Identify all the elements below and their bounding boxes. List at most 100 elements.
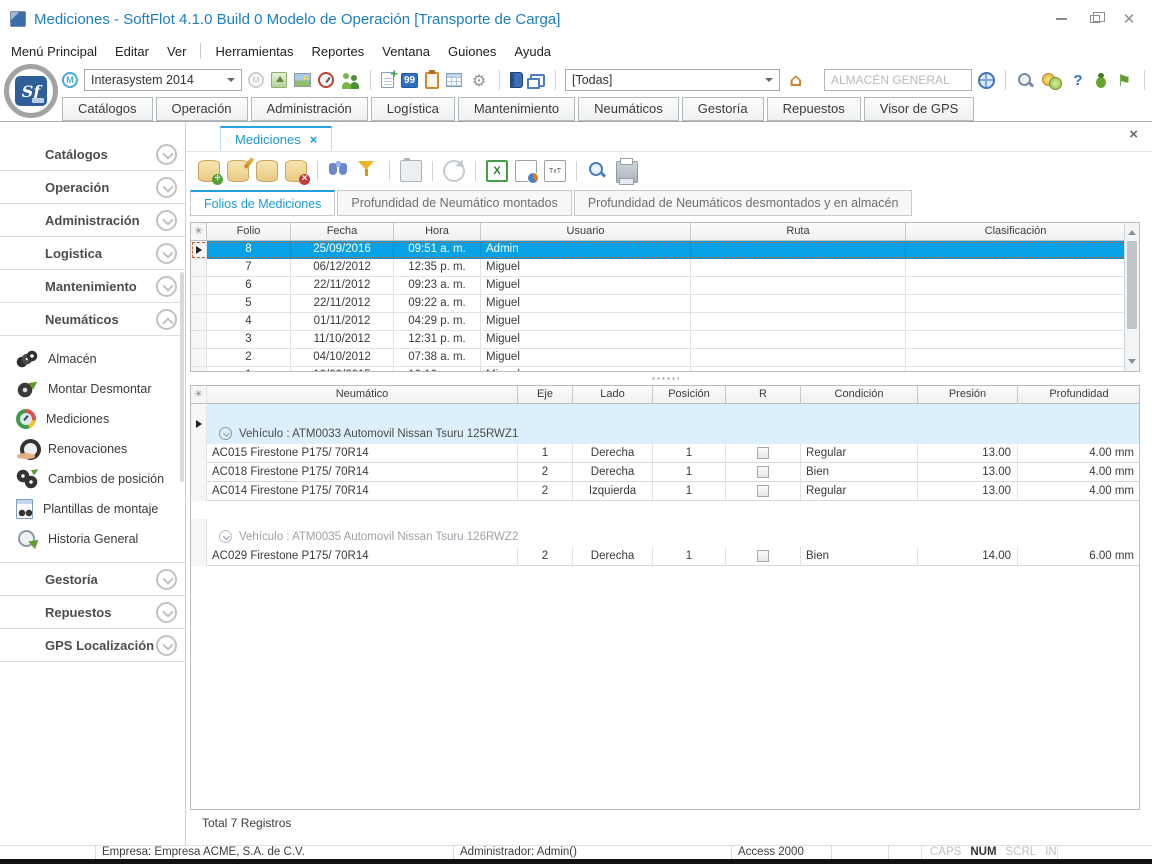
cell-ruta[interactable] [691, 259, 906, 277]
sidebar-section[interactable]: GPS Localización [0, 629, 185, 662]
cell-condicion[interactable]: Bien [801, 547, 918, 566]
cell-lado[interactable]: Derecha [573, 463, 653, 482]
cell-folio[interactable]: 4 [207, 313, 291, 331]
column-header-profundidad[interactable]: Profundidad [1018, 386, 1140, 404]
column-header-posicion[interactable]: Posición [653, 386, 726, 404]
sub-tab[interactable]: Folios de Mediciones [190, 190, 335, 216]
menu-item[interactable]: Herramientas [206, 44, 302, 59]
db-view-icon[interactable] [256, 160, 278, 182]
cell-profundidad[interactable]: 6.00 mm [1018, 547, 1140, 566]
cell-condicion[interactable]: Regular [801, 482, 918, 501]
grid-splitter[interactable] [190, 372, 1140, 385]
close-tab-icon[interactable]: × [310, 133, 318, 146]
cell-neumatico[interactable]: AC018 Firestone P175/ 70R14 [207, 463, 518, 482]
cell-eje[interactable]: 2 [518, 547, 573, 566]
cell-usuario[interactable]: Miguel [481, 295, 691, 313]
tools-search-icon[interactable] [1016, 71, 1035, 90]
cell-hora[interactable]: 09:22 a. m. [394, 295, 481, 313]
sidebar-scrollbar[interactable] [180, 272, 184, 482]
module-tab[interactable]: Catálogos [62, 97, 153, 121]
txt-icon[interactable]: TxT [544, 160, 566, 182]
sidebar-section[interactable]: Catálogos [0, 138, 185, 171]
table-row[interactable]: 4 01/11/2012 04:29 p. m. Miguel [191, 313, 1139, 331]
module-tab[interactable]: Operación [156, 97, 248, 121]
menu-item[interactable]: Ver [158, 44, 196, 59]
module-tab[interactable]: Neumáticos [578, 97, 679, 121]
filter-icon[interactable] [357, 160, 379, 182]
cell-fecha[interactable]: 01/11/2012 [291, 313, 394, 331]
cell-posicion[interactable]: 1 [653, 482, 726, 501]
circle-chevron-icon[interactable] [156, 309, 177, 330]
db-edit-icon[interactable] [227, 160, 249, 182]
report-icon[interactable] [515, 160, 537, 182]
cell-clasificacion[interactable] [906, 313, 1126, 331]
m-circle-disabled-icon[interactable]: M [248, 72, 264, 88]
cell-clasificacion[interactable] [906, 349, 1126, 367]
column-header-eje[interactable]: Eje [518, 386, 573, 404]
coins-icon[interactable] [1042, 72, 1061, 89]
cell-usuario[interactable]: Miguel [481, 313, 691, 331]
sidebar-section[interactable]: Logistica [0, 237, 185, 270]
r-checkbox[interactable] [757, 447, 769, 459]
sidebar-section[interactable]: Operación [0, 171, 185, 204]
cell-posicion[interactable]: 1 [653, 444, 726, 463]
circle-chevron-icon[interactable] [156, 210, 177, 231]
cell-folio[interactable]: 6 [207, 277, 291, 295]
cell-ruta[interactable] [691, 313, 906, 331]
module-tab[interactable]: Repuestos [767, 97, 861, 121]
sidebar-item[interactable]: Plantillas de montaje [0, 494, 185, 524]
column-header-usuario[interactable]: Usuario [481, 223, 691, 241]
group-row[interactable]: Vehículo : ATM0033 Automovil Nissan Tsur… [191, 404, 1139, 444]
cell-condicion[interactable]: Regular [801, 444, 918, 463]
cell-profundidad[interactable]: 4.00 mm [1018, 463, 1140, 482]
sidebar-item[interactable]: Almacén [0, 344, 185, 374]
cell-ruta[interactable] [691, 277, 906, 295]
cell-fecha[interactable]: 22/11/2012 [291, 277, 394, 295]
cell-clasificacion[interactable] [906, 331, 1126, 349]
cell-neumatico[interactable]: AC014 Firestone P175/ 70R14 [207, 482, 518, 501]
cell-neumatico[interactable]: AC015 Firestone P175/ 70R14 [207, 444, 518, 463]
refresh-icon[interactable] [443, 160, 465, 182]
column-header-folio[interactable]: Folio [207, 223, 291, 241]
module-tab[interactable]: Mantenimiento [458, 97, 575, 121]
column-header-clasificacion[interactable]: Clasificación [906, 223, 1126, 241]
cell-hora[interactable]: 04:29 p. m. [394, 313, 481, 331]
cell-hora[interactable]: 09:51 a. m. [394, 241, 481, 259]
preview-icon[interactable] [587, 160, 609, 182]
table-row[interactable]: AC029 Firestone P175/ 70R14 2 Derecha 1 … [191, 547, 1139, 566]
cell-clasificacion[interactable] [906, 295, 1126, 313]
cell-fecha[interactable]: 06/12/2012 [291, 259, 394, 277]
archive-icon[interactable] [271, 72, 287, 88]
restore-button[interactable] [1086, 10, 1104, 28]
close-button[interactable]: ✕ [1120, 10, 1138, 28]
table-row[interactable]: 7 06/12/2012 12:35 p. m. Miguel [191, 259, 1139, 277]
flag-icon[interactable]: ⚑ [1114, 70, 1134, 90]
cell-posicion[interactable]: 1 [653, 463, 726, 482]
db-add-icon[interactable] [198, 160, 220, 182]
table-row[interactable]: 5 22/11/2012 09:22 a. m. Miguel [191, 295, 1139, 313]
cell-hora[interactable]: 12:35 p. m. [394, 259, 481, 277]
cell-lado[interactable]: Derecha [573, 444, 653, 463]
cell-fecha[interactable]: 11/10/2012 [291, 331, 394, 349]
paste-icon[interactable] [400, 160, 422, 182]
column-header-fecha[interactable]: Fecha [291, 223, 394, 241]
table-row[interactable]: AC018 Firestone P175/ 70R14 2 Derecha 1 … [191, 463, 1139, 482]
sidebar-section[interactable]: Repuestos [0, 596, 185, 629]
cell-usuario[interactable]: Miguel [481, 331, 691, 349]
column-header-lado[interactable]: Lado [573, 386, 653, 404]
sidebar-item[interactable]: Cambios de posición [0, 464, 185, 494]
table-row[interactable]: AC014 Firestone P175/ 70R14 2 Izquierda … [191, 482, 1139, 501]
menu-item[interactable]: Ventana [373, 44, 439, 59]
users-icon[interactable] [341, 72, 360, 89]
help-icon[interactable]: ? [1068, 70, 1088, 90]
cell-usuario[interactable]: Miguel [481, 259, 691, 277]
db-delete-icon[interactable] [285, 160, 307, 182]
sidebar-section[interactable]: Mantenimiento [0, 270, 185, 303]
cell-hora[interactable]: 12:31 p. m. [394, 331, 481, 349]
cell-hora[interactable]: 07:38 a. m. [394, 349, 481, 367]
counter-99-icon[interactable]: 99 [401, 73, 418, 88]
circle-chevron-icon[interactable] [156, 144, 177, 165]
cell-presion[interactable]: 13.00 [918, 463, 1018, 482]
column-header-presion[interactable]: Presión [918, 386, 1018, 404]
table-row[interactable]: 8 25/09/2016 09:51 a. m. Admin [191, 241, 1139, 259]
